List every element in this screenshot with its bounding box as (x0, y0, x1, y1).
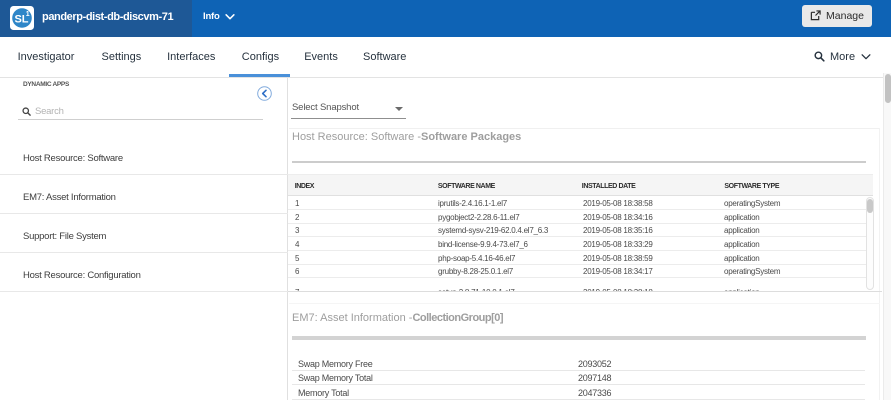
svg-text:1: 1 (26, 11, 30, 18)
